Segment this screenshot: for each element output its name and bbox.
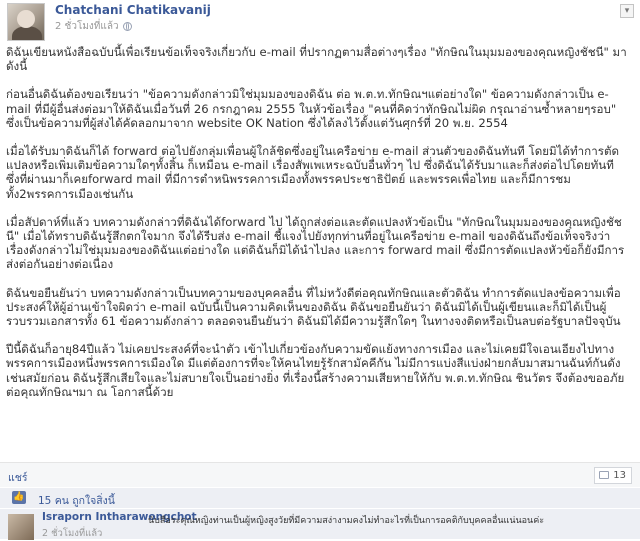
post-paragraph: ก่อนอื่นดิฉันต้องขอเรียนว่า "ข้อความดังก…	[6, 87, 617, 130]
post-paragraph: เมื่อได้รับมาดิฉันก็ได้ forward ต่อไปยัง…	[6, 144, 619, 201]
comment-avatar[interactable]	[8, 514, 34, 540]
post-header: Chatchani Chatikavanij 2 ชั่วโมงที่แล้ว …	[0, 0, 640, 44]
post-body: ดิฉันเขียนหนังสือฉบับนี้เพื่อเรียนข้อเท็…	[6, 45, 630, 413]
author-avatar[interactable]	[7, 3, 45, 41]
share-button[interactable]: แชร์	[8, 469, 28, 486]
globe-icon	[122, 22, 132, 31]
share-count-button[interactable]: 13	[594, 467, 632, 484]
comment-text: นับสือระคุณหญิงท่านเป็นผู้หญิงสูงวัยที่ม…	[148, 516, 545, 526]
post-paragraph: ดิฉันขอยืนยันว่า บทความดังกล่าวเป็นบทควา…	[6, 285, 621, 329]
collapse-icon[interactable]: ▾	[620, 4, 634, 18]
likes-count-link[interactable]: 15 คน ถูกใจสิ่งนี้	[38, 492, 115, 509]
action-bar: แชร์ 13	[0, 463, 640, 487]
like-icon: 👍	[12, 491, 26, 504]
comment: Israporn Intharawongchot นับสือระคุณหญิง…	[0, 509, 640, 540]
likes-bar: 👍 15 คน ถูกใจสิ่งนี้	[0, 488, 640, 508]
post-paragraph: ดิฉันเขียนหนังสือฉบับนี้เพื่อเรียนข้อเท็…	[6, 45, 627, 74]
post-time[interactable]: 2 ชั่วโมงที่แล้ว	[55, 19, 119, 34]
post-meta: 2 ชั่วโมงที่แล้ว	[55, 19, 132, 34]
post-paragraph: ปีนี้ดิฉันก็อายุ84ปีแล้ว ไม่เคยประสงค์ที…	[6, 342, 625, 399]
post-paragraph: เมื่อสัปดาห์ที่แล้ว บทความดังกล่าวที่ดิฉ…	[6, 214, 625, 272]
author-name[interactable]: Chatchani Chatikavanij	[55, 3, 211, 17]
share-count: 13	[613, 470, 626, 481]
share-icon	[599, 471, 610, 479]
